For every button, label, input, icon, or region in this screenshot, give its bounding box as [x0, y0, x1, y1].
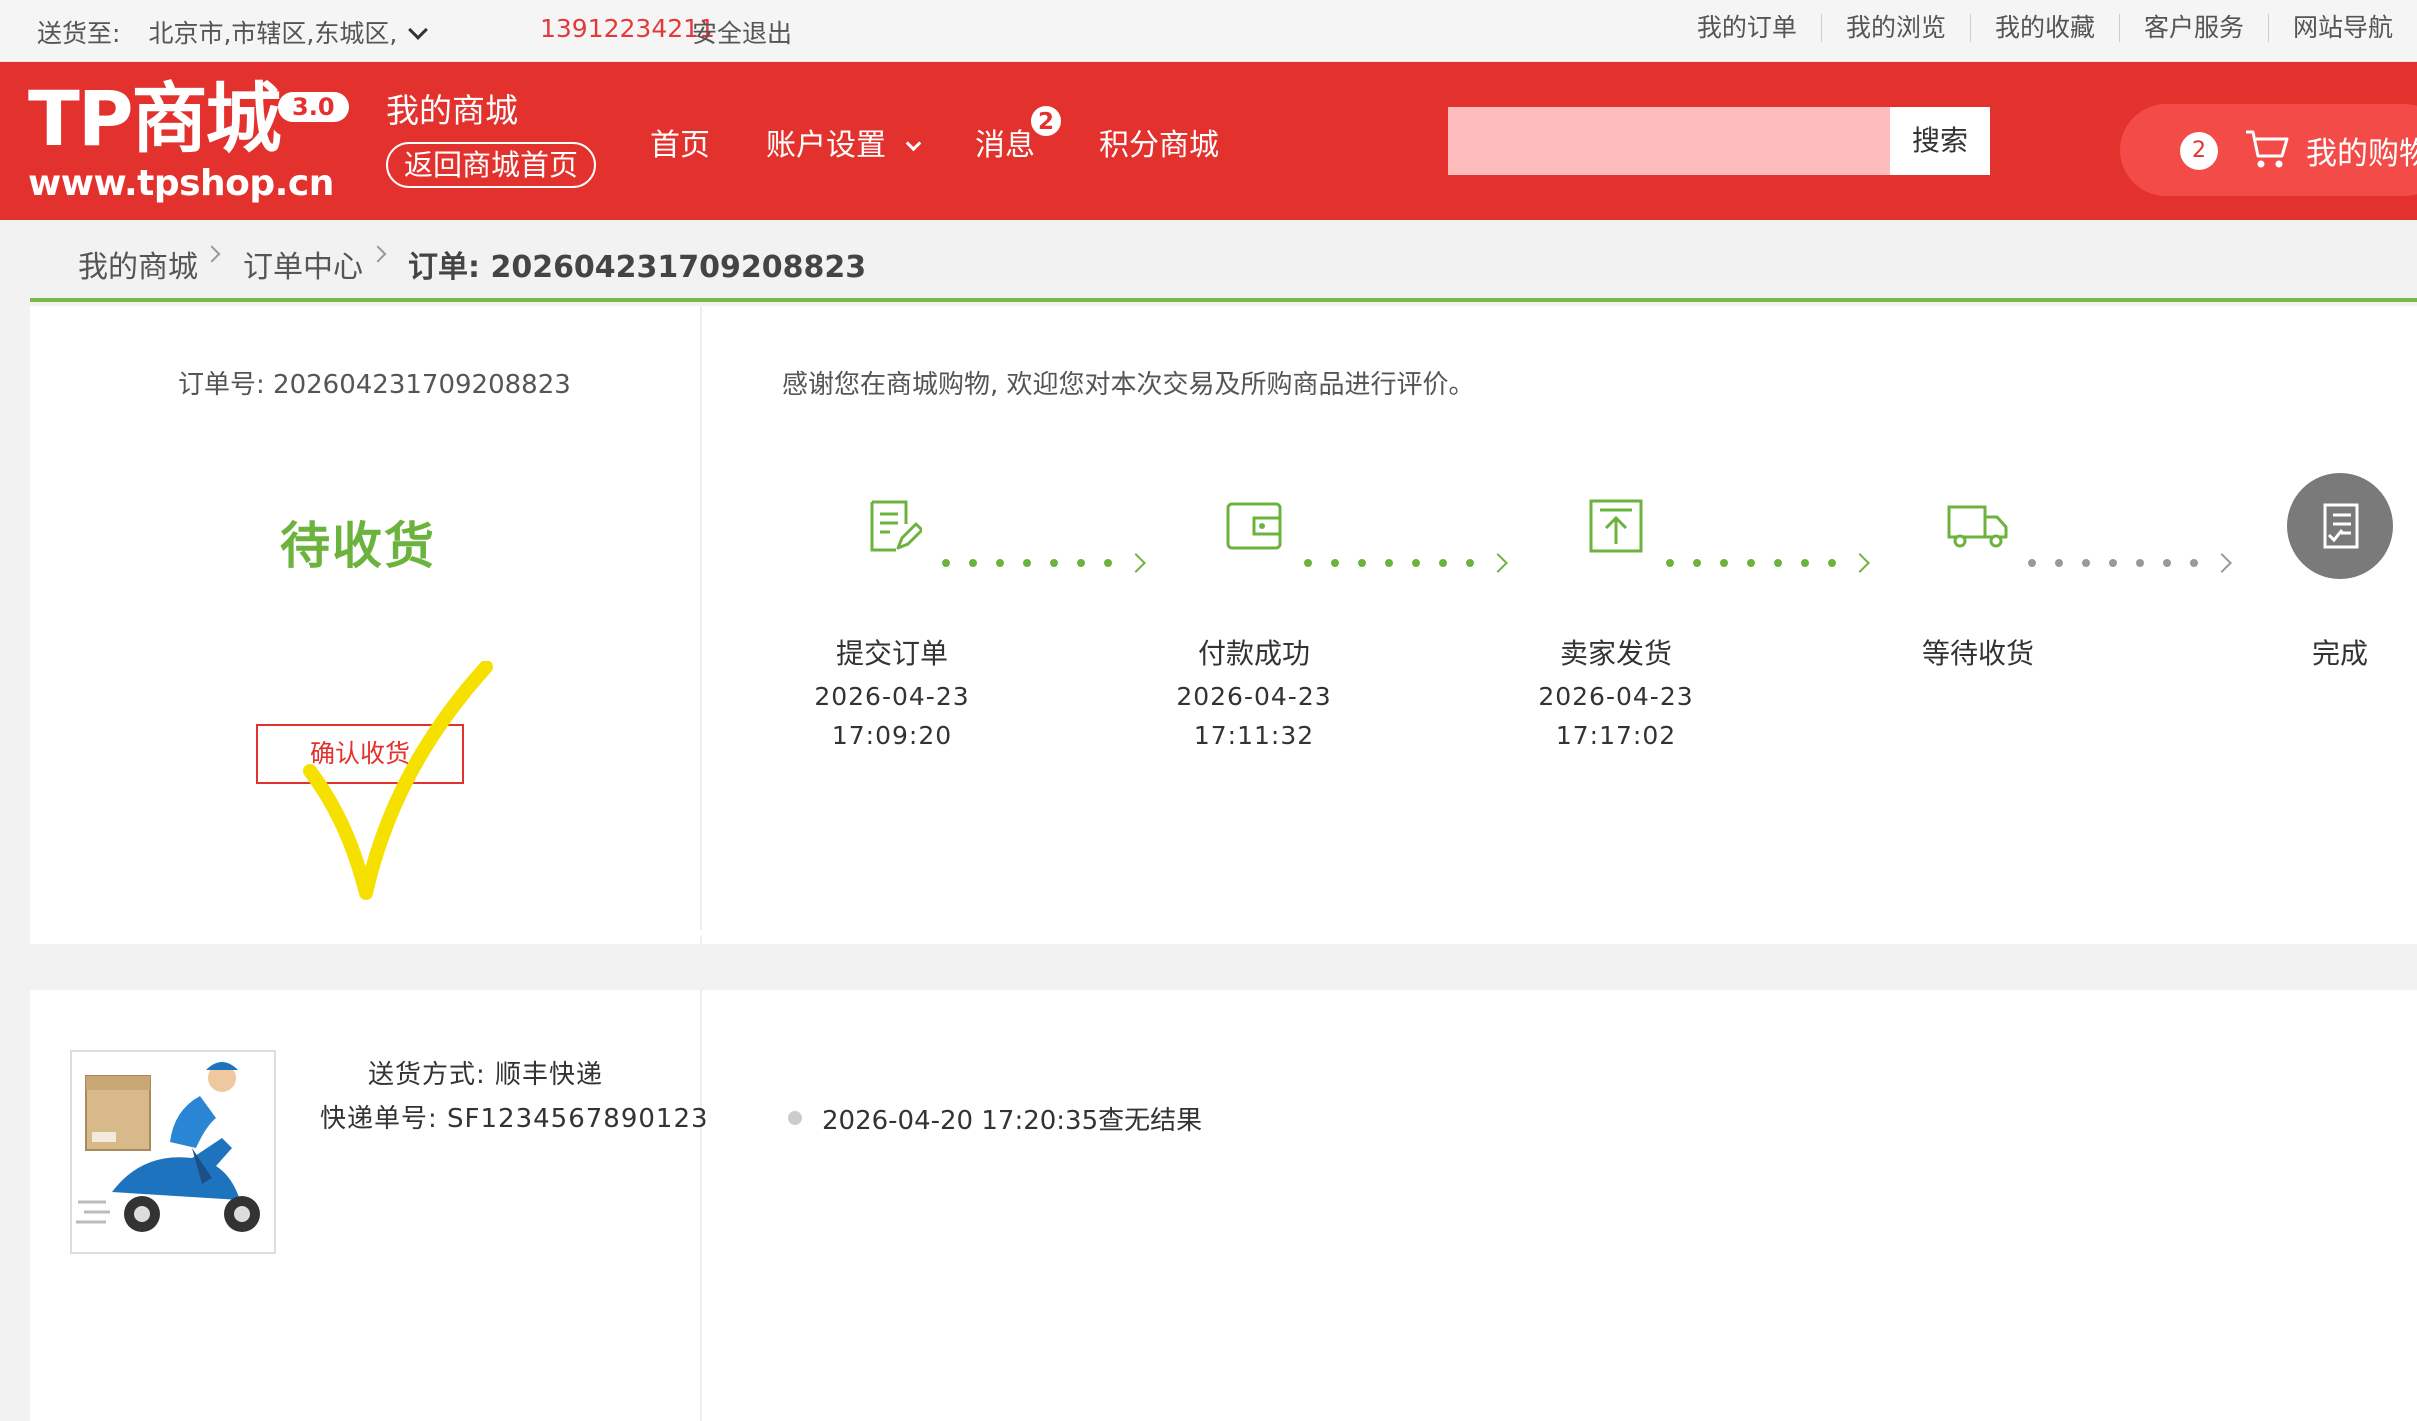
nav-account-settings[interactable]: 账户设置: [766, 120, 922, 164]
step-time: 17:17:02: [1555, 721, 1677, 750]
step-connector: [2028, 553, 2232, 573]
main-header: TP商城 3.0 www.tpshop.cn 我的商城 返回商城首页 首页 账户…: [0, 62, 2417, 220]
link-my-history[interactable]: 我的浏览: [1820, 14, 1970, 42]
step-seller-shipped: 卖家发货 2026-04-23 17:17:02: [1496, 476, 1736, 750]
scallop-edge: [30, 930, 2417, 952]
logo-version-badge: 3.0: [278, 92, 349, 122]
nav-points-label: 积分商城: [1099, 128, 1219, 163]
user-phone[interactable]: 13912234211: [540, 14, 715, 43]
panel-divider: [700, 306, 702, 944]
logout-link[interactable]: 安全退出: [692, 14, 792, 50]
step-complete: 完成: [2220, 473, 2417, 672]
link-my-favorites[interactable]: 我的收藏: [1969, 14, 2119, 42]
main-nav: 首页 账户设置 消息 2 积分商城: [650, 104, 1275, 164]
nav-home-label: 首页: [650, 128, 710, 163]
tracking-number: 快递单号: SF1234567890123: [320, 1104, 709, 1134]
chevron-down-icon[interactable]: [408, 20, 429, 40]
nav-messages-label: 消息: [975, 128, 1035, 163]
chevron-right-icon: [203, 245, 221, 263]
tpshop-logo[interactable]: TP商城 3.0 www.tpshop.cn: [28, 74, 349, 206]
link-my-orders[interactable]: 我的订单: [1673, 14, 1821, 42]
nav-account-label: 账户设置: [766, 128, 886, 163]
top-bar: 送货至: 北京市,市辖区,东城区, 13912234211 安全退出 我的订单 我…: [0, 0, 2417, 62]
shipping-method: 送货方式: 顺丰快递: [368, 1060, 604, 1090]
step-label: 付款成功: [1197, 637, 1310, 670]
step-connector: [942, 553, 1146, 573]
step-time: 17:09:20: [831, 721, 953, 750]
step-date: 2026-04-23: [1538, 682, 1694, 711]
tracking-entry: 2026-04-20 17:20:35查无结果: [788, 1100, 1202, 1137]
order-status-panel: 订单号: 202604231709208823 待收货 确认收货 感谢您在商城购…: [30, 306, 2417, 944]
step-time: 17:11:32: [1193, 721, 1315, 750]
step-connector: [1304, 553, 1508, 573]
order-status-title: 待收货: [280, 517, 436, 575]
panel-divider: [700, 990, 702, 1421]
search-input[interactable]: [1448, 107, 1890, 175]
step-label: 等待收货: [1921, 637, 2034, 670]
cart-count-badge: 2: [2180, 132, 2218, 170]
cart-icon: [2244, 126, 2290, 178]
location-text: 北京市,市辖区,东城区,: [148, 19, 398, 48]
breadcrumb-my-store[interactable]: 我的商城: [78, 242, 198, 286]
link-site-nav[interactable]: 网站导航: [2267, 14, 2417, 42]
tracking-entry-text: 2026-04-20 17:20:35查无结果: [822, 1106, 1203, 1136]
step-connector: [1666, 553, 1870, 573]
step-label: 卖家发货: [1559, 637, 1672, 670]
nav-points-mall[interactable]: 积分商城: [1099, 120, 1219, 164]
checklist-icon: [2220, 473, 2417, 579]
courier-illustration: [70, 1050, 276, 1254]
checkmark-icon: [270, 660, 500, 915]
nav-messages[interactable]: 消息 2: [975, 104, 1063, 164]
step-awaiting-receipt: 等待收货: [1858, 476, 2098, 672]
step-date: 2026-04-23: [814, 682, 970, 711]
shipping-panel: 送货方式: 顺丰快递 快递单号: SF1234567890123 2026-04…: [30, 990, 2417, 1421]
link-customer-service[interactable]: 客户服务: [2118, 14, 2268, 42]
thanks-message: 感谢您在商城购物, 欢迎您对本次交易及所购商品进行评价。: [782, 370, 1475, 400]
my-store-title: 我的商城: [386, 91, 518, 130]
breadcrumb-order-center[interactable]: 订单中心: [243, 242, 363, 286]
step-payment-success: 付款成功 2026-04-23 17:11:32: [1134, 476, 1374, 750]
cart-button[interactable]: 2 我的购物: [2120, 104, 2417, 196]
timeline-dot-icon: [788, 1111, 802, 1125]
back-home-button[interactable]: 返回商城首页: [386, 142, 597, 188]
step-date: 2026-04-23: [1176, 682, 1332, 711]
step-label: 提交订单: [835, 637, 948, 670]
chevron-down-icon: [905, 135, 922, 152]
messages-badge: 2: [1029, 104, 1063, 138]
breadcrumb: 我的商城 订单中心 订单: 202604231709208823: [30, 220, 2417, 302]
nav-home[interactable]: 首页: [650, 120, 710, 164]
delivery-location[interactable]: 送货至: 北京市,市辖区,东城区,: [37, 14, 429, 50]
chevron-right-icon: [369, 245, 387, 263]
step-label: 完成: [2311, 637, 2368, 670]
top-links: 我的订单 我的浏览 我的收藏 客户服务 网站导航: [1673, 14, 2417, 42]
logo-url: www.tpshop.cn: [28, 163, 334, 204]
breadcrumb-current-order: 订单: 202604231709208823: [408, 250, 867, 285]
step-submit-order: 提交订单 2026-04-23 17:09:20: [772, 476, 1012, 750]
search-button[interactable]: 搜索: [1890, 107, 1990, 175]
ship-to-label: 送货至:: [37, 19, 121, 48]
order-number: 订单号: 202604231709208823: [178, 370, 571, 400]
cart-label: 我的购物: [2306, 136, 2417, 172]
